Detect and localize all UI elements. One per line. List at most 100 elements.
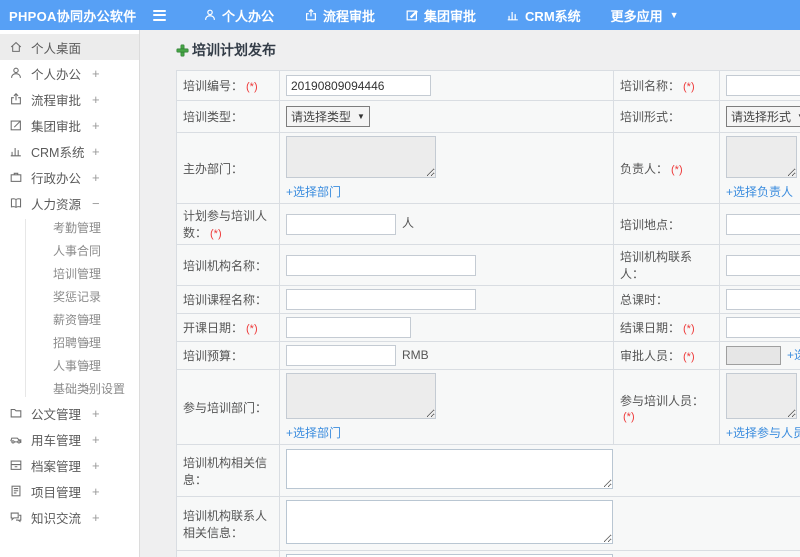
field-label-org-info: 培训机构相关信息：	[176, 444, 280, 497]
topnav-workflow-approval[interactable]: 流程审批	[289, 0, 390, 30]
table-row: 培训机构相关信息：	[176, 444, 800, 497]
sidebar-subitem-rewards[interactable]: 奖惩记录	[0, 285, 139, 308]
org-name-input[interactable]	[286, 254, 476, 276]
training-plan-form: 培训编号：(*) 培训名称：(*) 培训类型： 请选择类型▼ 培训形式： 请选择…	[176, 70, 800, 557]
home-icon	[10, 41, 22, 52]
expand-icon[interactable]: +	[92, 510, 100, 525]
training-type-select[interactable]: 请选择类型 ▼	[286, 106, 370, 127]
topnav-group-approval[interactable]: 集团审批	[390, 0, 491, 30]
field-label-requirements: 培训要求：	[176, 550, 280, 557]
training-name-input[interactable]	[726, 75, 800, 96]
sidebar-item-group-approval[interactable]: 集团审批 +	[0, 112, 139, 138]
sidebar-item-workflow-approval[interactable]: 流程审批 +	[0, 86, 139, 112]
expand-icon[interactable]: +	[92, 144, 100, 159]
sidebar-item-admin-office[interactable]: 行政办公 +	[0, 164, 139, 190]
select-leader-link[interactable]: +选择负责人	[726, 183, 800, 200]
required-marker: (*)	[246, 81, 258, 93]
briefcase-icon	[10, 172, 22, 182]
sidebar-item-knowledge[interactable]: 知识交流 +	[0, 504, 139, 530]
join-depts-textarea[interactable]	[286, 373, 436, 419]
field-label-training-type: 培训类型：	[176, 100, 280, 133]
expand-icon[interactable]: +	[84, 382, 91, 396]
chat-icon	[10, 512, 22, 523]
folder-icon	[10, 408, 22, 418]
host-dept-textarea[interactable]	[286, 136, 436, 178]
user-icon	[11, 67, 21, 78]
expand-icon[interactable]: +	[92, 118, 100, 133]
field-label-planned-count: 计划参与培训人数： (*)	[176, 203, 280, 245]
required-marker: (*)	[246, 323, 258, 335]
org-info-textarea[interactable]	[286, 449, 613, 489]
sidebar-subitem-salary[interactable]: 薪资管理 +	[0, 308, 139, 331]
top-nav: 个人办公 流程审批 集团审批 CRM系统 更多应用 ▼	[188, 0, 694, 30]
sidebar-subitem-training[interactable]: 培训管理	[0, 262, 139, 285]
select-dept-link[interactable]: +选择部门	[286, 183, 607, 200]
sidebar-subitem-base-category[interactable]: 基础类别设置 +	[0, 377, 139, 400]
sidebar-subitem-attendance[interactable]: 考勤管理	[0, 216, 139, 239]
app-logo: PHPOA协同办公软件	[9, 8, 137, 24]
hamburger-menu-icon[interactable]	[144, 9, 174, 21]
table-row: 培训类型： 请选择类型▼ 培训形式： 请选择形式▼	[176, 100, 800, 133]
sidebar-item-vehicle[interactable]: 用车管理 +	[0, 426, 139, 452]
sidebar-subitem-hr-contract[interactable]: 人事合同	[0, 239, 139, 262]
field-label-leader: 负责人： (*)	[613, 132, 720, 204]
budget-input[interactable]	[286, 345, 396, 366]
sidebar-item-hr[interactable]: 人力资源 −	[0, 190, 139, 216]
collapse-icon[interactable]: −	[92, 196, 100, 211]
bar-chart-icon	[507, 11, 518, 21]
org-contact-input[interactable]	[726, 254, 800, 276]
location-input[interactable]	[726, 213, 800, 235]
field-label-start-date: 开课日期： (*)	[176, 313, 280, 342]
archive-icon	[10, 460, 22, 470]
start-date-input[interactable]	[286, 317, 411, 338]
sidebar: 个人桌面 个人办公 + 流程审批 + 集团审批 + CRM系统 + 行政办公 +	[0, 30, 140, 557]
course-name-input[interactable]	[286, 289, 476, 310]
expand-icon[interactable]: +	[92, 92, 100, 107]
compose-icon	[406, 10, 418, 21]
plus-icon	[176, 43, 189, 57]
field-label-join-depts: 参与培训部门：	[176, 369, 280, 445]
car-icon	[10, 437, 22, 444]
sidebar-subitem-recruit[interactable]: 招聘管理 +	[0, 331, 139, 354]
field-label-org-contact: 培训机构联系人：	[613, 244, 720, 286]
table-row: 培训要求：	[176, 550, 800, 557]
expand-icon[interactable]: +	[92, 484, 100, 499]
sidebar-item-archives[interactable]: 档案管理 +	[0, 452, 139, 478]
field-label-org-contact-info: 培训机构联系人相关信息：	[176, 496, 280, 551]
org-contact-info-textarea[interactable]	[286, 500, 613, 544]
share-icon	[11, 93, 21, 105]
expand-icon[interactable]: +	[84, 336, 91, 350]
planned-count-input[interactable]	[286, 213, 396, 235]
approver-input[interactable]	[726, 346, 781, 366]
required-marker: (*)	[683, 351, 695, 363]
sidebar-item-crm[interactable]: CRM系统 +	[0, 138, 139, 164]
required-marker: (*)	[683, 81, 695, 93]
expand-icon[interactable]: +	[92, 432, 100, 447]
training-form-select[interactable]: 请选择形式▼	[726, 106, 800, 127]
topnav-more-apps[interactable]: 更多应用 ▼	[596, 0, 694, 30]
total-hours-input[interactable]	[726, 289, 800, 310]
join-people-textarea[interactable]	[726, 373, 797, 419]
leader-textarea[interactable]	[726, 136, 797, 178]
topnav-personal-office[interactable]: 个人办公	[188, 0, 289, 30]
sidebar-item-official-docs[interactable]: 公文管理 +	[0, 400, 139, 426]
select-participants-link[interactable]: +选择参与人员	[726, 424, 800, 441]
notebook-icon	[11, 485, 21, 497]
sidebar-item-projects[interactable]: 项目管理 +	[0, 478, 139, 504]
sidebar-item-personal-office[interactable]: 个人办公 +	[0, 60, 139, 86]
select-approver-link[interactable]: +选择审批人员	[787, 348, 800, 362]
expand-icon[interactable]: +	[92, 406, 100, 421]
expand-icon[interactable]: +	[84, 359, 91, 373]
expand-icon[interactable]: +	[92, 458, 100, 473]
select-dept-link[interactable]: +选择部门	[286, 424, 607, 441]
expand-icon[interactable]: +	[92, 66, 100, 81]
expand-icon[interactable]: +	[92, 170, 100, 185]
expand-icon[interactable]: +	[84, 313, 91, 327]
field-label-training-no: 培训编号： (*)	[176, 70, 280, 101]
topnav-crm-system[interactable]: CRM系统	[491, 0, 596, 30]
sidebar-item-personal-desktop[interactable]: 个人桌面	[0, 34, 139, 60]
sidebar-subitem-personnel[interactable]: 人事管理 +	[0, 354, 139, 377]
training-no-input[interactable]	[286, 75, 431, 96]
end-date-input[interactable]	[726, 317, 800, 338]
main-content: 培训计划发布 培训编号：(*) 培训名称：(*) 培训类型： 请选择类型▼ 培训…	[141, 30, 800, 557]
